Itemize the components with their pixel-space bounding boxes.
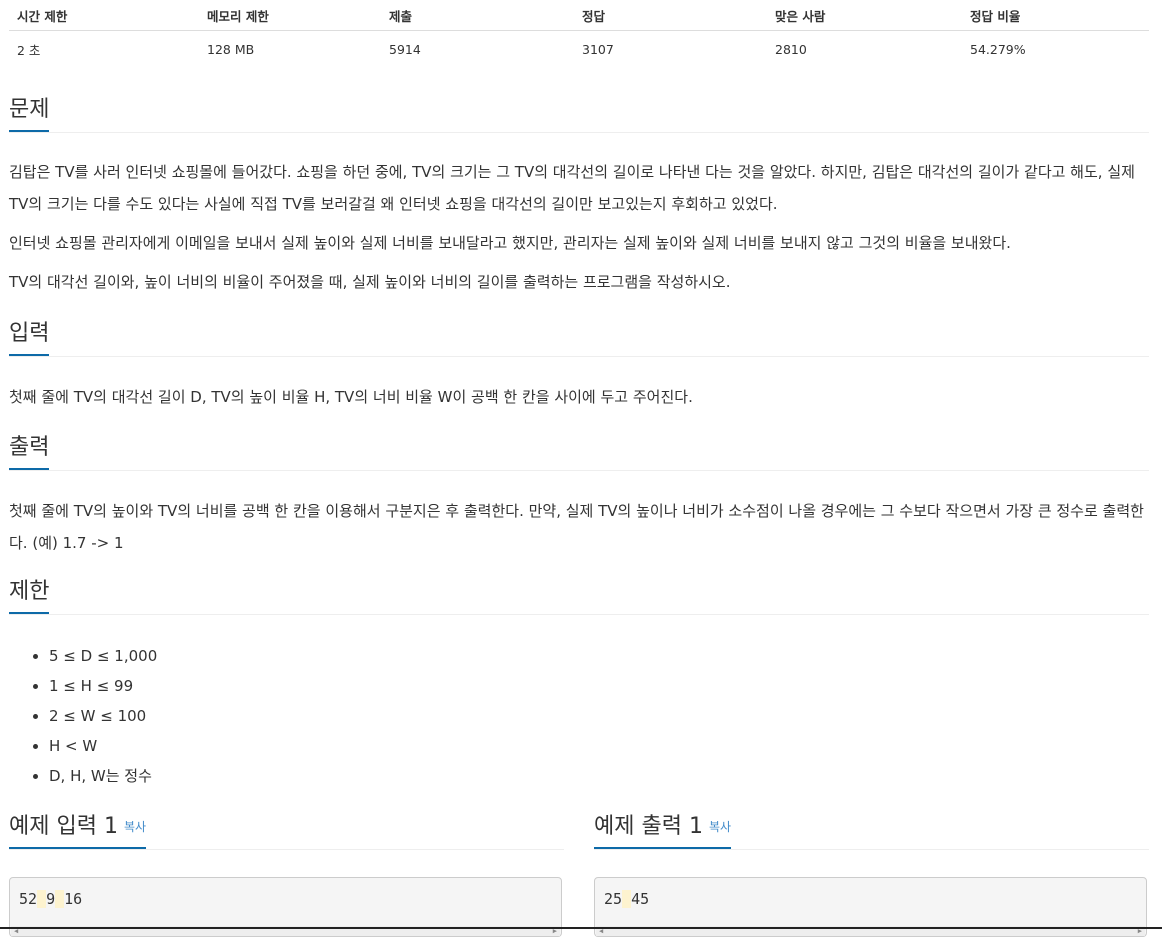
problem-stats-table: 시간 제한 메모리 제한 제출 정답 맞은 사람 정답 비율 2 초 128 M…	[9, 0, 1149, 67]
sample-input-title: 예제 입력 1	[9, 814, 118, 839]
section-title-sample-output: 예제 출력 1 복사	[594, 811, 732, 849]
problem-page: 시간 제한 메모리 제한 제출 정답 맞은 사람 정답 비율 2 초 128 M…	[9, 0, 1149, 937]
problem-limit-section: 제한 5 ≤ D ≤ 1,000 1 ≤ H ≤ 99 2 ≤ W ≤ 100 …	[9, 576, 1149, 791]
problem-description-headline: 문제	[9, 94, 1149, 133]
section-title-problem: 문제	[9, 94, 50, 132]
scroll-right-icon[interactable]: ▶	[1138, 928, 1142, 935]
stats-header-row: 시간 제한 메모리 제한 제출 정답 맞은 사람 정답 비율	[9, 0, 1149, 31]
stats-value-memory-limit: 128 MB	[207, 41, 255, 57]
sample-output-token: 45	[631, 890, 650, 908]
whitespace-marker	[622, 890, 632, 908]
problem-description-section: 문제 김탑은 TV를 사러 인터넷 쇼핑몰에 들어갔다. 쇼핑을 하던 중에, …	[9, 94, 1149, 298]
problem-limit-headline: 제한	[9, 576, 1149, 615]
section-title-sample-input: 예제 입력 1 복사	[9, 811, 147, 849]
scroll-left-icon[interactable]: ◀	[599, 928, 603, 935]
copy-sample-input-button[interactable]: 복사	[124, 820, 146, 834]
stats-header-accepted: 정답	[574, 0, 767, 31]
sample-input-headline: 예제 입력 1 복사	[9, 811, 564, 850]
section-title-limit: 제한	[9, 576, 50, 614]
stats-value-accept-ratio: 54.279%	[970, 41, 1026, 57]
stats-header-memory-limit: 메모리 제한	[199, 0, 381, 31]
sample-output-token: 25	[604, 890, 623, 908]
scroll-right-icon[interactable]: ▶	[553, 928, 557, 935]
stats-value-time-limit: 2 초	[17, 42, 41, 58]
stats-header-time-limit: 시간 제한	[9, 0, 199, 31]
problem-paragraph: 김탑은 TV를 사러 인터넷 쇼핑몰에 들어갔다. 쇼핑을 하던 중에, TV의…	[9, 163, 1135, 213]
sample-input-token: 9	[46, 890, 56, 908]
stats-value-submissions[interactable]: 5914	[381, 31, 574, 68]
problem-output-body: 첫째 줄에 TV의 높이와 TV의 너비를 공백 한 칸을 이용해서 구분지은 …	[9, 471, 1149, 559]
problem-output-section: 출력 첫째 줄에 TV의 높이와 TV의 너비를 공백 한 칸을 이용해서 구분…	[9, 432, 1149, 559]
stats-header-solved-users: 맞은 사람	[767, 0, 962, 31]
limit-item: 5 ≤ D ≤ 1,000	[49, 641, 1149, 671]
whitespace-marker	[37, 890, 47, 908]
section-title-output: 출력	[9, 432, 50, 470]
sample-input-section: 예제 입력 1 복사 52 9 16 ◀ ▶	[9, 811, 564, 937]
stats-value-solved-users[interactable]: 2810	[767, 31, 962, 68]
limit-item: 1 ≤ H ≤ 99	[49, 671, 1149, 701]
stats-value-row: 2 초 128 MB 5914 3107 2810 54.279%	[9, 31, 1149, 68]
whitespace-marker	[55, 890, 65, 908]
problem-description-body: 김탑은 TV를 사러 인터넷 쇼핑몰에 들어갔다. 쇼핑을 하던 중에, TV의…	[9, 133, 1149, 298]
limit-list: 5 ≤ D ≤ 1,000 1 ≤ H ≤ 99 2 ≤ W ≤ 100 H <…	[9, 641, 1149, 791]
problem-input-section: 입력 첫째 줄에 TV의 대각선 길이 D, TV의 높이 비율 H, TV의 …	[9, 318, 1149, 413]
problem-paragraph: 인터넷 쇼핑몰 관리자에게 이메일을 보내서 실제 높이와 실제 너비를 보내달…	[9, 234, 1011, 252]
stats-value-accepted[interactable]: 3107	[574, 31, 767, 68]
copy-sample-output-button[interactable]: 복사	[709, 820, 731, 834]
scroll-left-icon[interactable]: ◀	[14, 928, 18, 935]
sample-input-token: 16	[64, 890, 83, 908]
limit-item: D, H, W는 정수	[49, 761, 1149, 791]
problem-limit-body: 5 ≤ D ≤ 1,000 1 ≤ H ≤ 99 2 ≤ W ≤ 100 H <…	[9, 615, 1149, 791]
sample-input-token: 52	[19, 890, 38, 908]
sample-output-headline: 예제 출력 1 복사	[594, 811, 1149, 850]
limit-item: 2 ≤ W ≤ 100	[49, 701, 1149, 731]
section-title-input: 입력	[9, 318, 50, 356]
problem-input-body: 첫째 줄에 TV의 대각선 길이 D, TV의 높이 비율 H, TV의 너비 …	[9, 357, 1149, 413]
problem-output-headline: 출력	[9, 432, 1149, 471]
output-description: 첫째 줄에 TV의 높이와 TV의 너비를 공백 한 칸을 이용해서 구분지은 …	[9, 502, 1144, 552]
problem-paragraph: TV의 대각선 길이와, 높이 너비의 비율이 주어졌을 때, 실제 높이와 너…	[9, 273, 731, 291]
problem-input-headline: 입력	[9, 318, 1149, 357]
limit-item: H < W	[49, 731, 1149, 761]
sample-output-section: 예제 출력 1 복사 25 45 ◀ ▶	[594, 811, 1149, 937]
input-description: 첫째 줄에 TV의 대각선 길이 D, TV의 높이 비율 H, TV의 너비 …	[9, 388, 693, 406]
sample-output-title: 예제 출력 1	[594, 814, 703, 839]
stats-header-accept-ratio: 정답 비율	[962, 0, 1149, 31]
stats-header-submissions: 제출	[381, 0, 574, 31]
